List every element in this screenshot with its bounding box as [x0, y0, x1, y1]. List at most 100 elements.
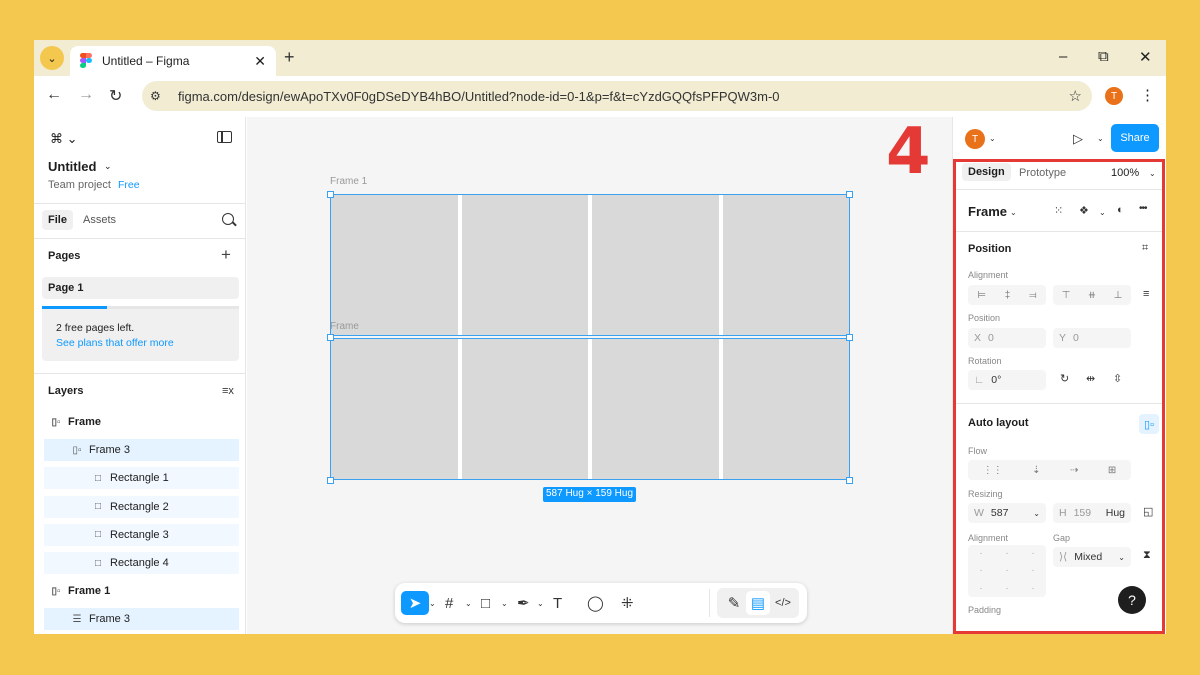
chevron-down-icon[interactable]: ⌄ [465, 591, 472, 615]
rectangle[interactable] [331, 195, 458, 335]
browser-tab[interactable]: Untitled – Figma ✕ [70, 46, 276, 76]
layer-item[interactable]: □ Rectangle 4 [44, 552, 239, 574]
user-avatar[interactable]: T [965, 129, 985, 149]
close-window-button[interactable]: ✕ [1139, 48, 1152, 66]
align-left-icon[interactable]: ⊨ [977, 290, 986, 301]
distribute-icon[interactable]: ≡ [1143, 288, 1149, 300]
rectangle[interactable] [331, 339, 458, 479]
chevron-down-icon[interactable]: ⌄ [104, 161, 112, 172]
chevron-down-icon[interactable]: ⌄ [1149, 169, 1156, 178]
design-mode-icon[interactable]: ▤ [747, 591, 769, 615]
new-tab-button[interactable]: + [284, 47, 295, 68]
tab-assets[interactable]: Assets [83, 214, 116, 226]
grid-icon[interactable]: ⁙ [1054, 204, 1063, 217]
flow-horizontal-icon[interactable]: ⇢ [1070, 465, 1078, 476]
resize-handle[interactable] [327, 191, 334, 198]
rectangle[interactable] [722, 339, 849, 479]
shape-tool-button[interactable]: □ [481, 591, 490, 615]
toggle-sidebar-icon[interactable] [217, 131, 232, 143]
align-bottom-icon[interactable]: ⊥ [1114, 290, 1123, 301]
text-tool-button[interactable]: T [553, 591, 562, 615]
alignment-grid[interactable]: · · · · · · · · · [968, 545, 1046, 597]
browser-menu-icon[interactable]: ⋮ [1140, 86, 1155, 104]
dev-mode-icon[interactable]: </> [771, 591, 795, 615]
x-field[interactable]: X0 [968, 328, 1046, 348]
profile-avatar[interactable]: T [1105, 87, 1123, 105]
page-item[interactable]: Page 1 [42, 277, 239, 299]
draw-tool-icon[interactable]: ✎ [723, 591, 745, 615]
align-right-icon[interactable]: ⫤ [1029, 290, 1037, 301]
rotate-icon[interactable]: ↻ [1060, 372, 1069, 385]
flow-wrap-icon[interactable]: ⊞ [1108, 465, 1116, 476]
layer-item[interactable]: ▯▫ Frame [44, 411, 239, 433]
chevron-down-icon[interactable]: ⌄ [1099, 208, 1106, 217]
rectangle[interactable] [461, 195, 588, 335]
maximize-button[interactable]: ⧉ [1098, 48, 1109, 65]
file-name[interactable]: Untitled [48, 159, 96, 174]
flip-vertical-icon[interactable]: ⇳ [1113, 372, 1122, 385]
chevron-down-icon[interactable]: ⌄ [501, 591, 508, 615]
pen-tool-button[interactable]: ✒ [517, 591, 530, 615]
resize-handle[interactable] [327, 334, 334, 341]
move-tool-button[interactable]: ➤ [401, 591, 429, 615]
site-settings-icon[interactable]: ⚙ [150, 89, 166, 103]
rectangle[interactable] [722, 195, 849, 335]
resize-handle[interactable] [846, 477, 853, 484]
rotation-field[interactable]: ∟ 0° [968, 370, 1046, 390]
flow-vertical-icon[interactable]: ⇣ [1032, 465, 1040, 476]
frame-label[interactable]: Frame [330, 321, 359, 332]
figma-menu-icon[interactable]: ⌘ ⌄ [50, 131, 78, 147]
chevron-down-icon[interactable]: ⌄ [1118, 553, 1125, 562]
chevron-down-icon[interactable]: ⌄ [1010, 208, 1017, 217]
mask-icon[interactable]: ◐ [1117, 204, 1124, 216]
frame-top[interactable] [330, 194, 850, 336]
address-bar[interactable]: ⚙ figma.com/design/ewApoTXv0F0gDSeDYB4hB… [142, 81, 1092, 111]
search-icon[interactable] [222, 213, 234, 225]
align-center-icon[interactable]: ‡ [1005, 290, 1011, 301]
y-field[interactable]: Y0 [1053, 328, 1131, 348]
gap-field[interactable]: ⟩⟨ Mixed ⌄ [1053, 547, 1131, 567]
forward-icon[interactable]: → [78, 86, 94, 104]
back-icon[interactable]: ← [46, 86, 62, 104]
chevron-down-icon[interactable]: ⌄ [429, 591, 436, 615]
auto-layout-icon[interactable]: ▯▫ [1139, 414, 1159, 434]
frame-tool-button[interactable]: # [445, 591, 453, 615]
tab-search-button[interactable]: ⌄ [40, 46, 64, 70]
minimize-button[interactable]: – [1059, 48, 1067, 65]
plan-badge[interactable]: Free [118, 179, 140, 191]
constraints-icon[interactable]: ⌗ [1142, 242, 1148, 255]
resize-handle[interactable] [846, 334, 853, 341]
height-field[interactable]: H 159 Hug [1053, 503, 1131, 523]
resize-handle[interactable] [327, 477, 334, 484]
canvas[interactable]: Frame 1 Frame 587 Hug × 159 Hug ➤ ⌄ # ⌄ … [247, 117, 952, 634]
frame-type-label[interactable]: Frame [968, 204, 1007, 219]
chevron-down-icon[interactable]: ⌄ [989, 134, 996, 143]
layer-item[interactable]: □ Rectangle 3 [44, 523, 239, 546]
chevron-down-icon[interactable]: ⌄ [537, 591, 544, 615]
tab-file[interactable]: File [42, 210, 73, 230]
share-button[interactable]: Share [1111, 124, 1159, 152]
layer-item[interactable]: □ Rectangle 2 [44, 495, 239, 518]
more-icon[interactable]: ••• [1139, 203, 1147, 214]
see-plans-link[interactable]: See plans that offer more [56, 336, 225, 351]
resize-handle[interactable] [846, 191, 853, 198]
reload-icon[interactable]: ↻ [109, 86, 122, 106]
tab-prototype[interactable]: Prototype [1019, 167, 1066, 179]
bookmark-star-icon[interactable]: ☆ [1069, 87, 1082, 105]
width-field[interactable]: W 587 ⌄ [968, 503, 1046, 523]
present-icon[interactable]: ▷ [1073, 131, 1083, 147]
frame-bottom[interactable] [330, 338, 850, 480]
layer-item[interactable]: ☰ Frame 3 [44, 608, 239, 631]
flip-horizontal-icon[interactable]: ⇹ [1086, 372, 1095, 385]
close-tab-icon[interactable]: ✕ [254, 53, 266, 70]
chevron-down-icon[interactable]: ⌄ [1097, 134, 1104, 143]
collapse-layers-icon[interactable]: ≡x [222, 385, 234, 397]
layer-item[interactable]: ▯▫ Frame 3 [44, 439, 239, 462]
flow-free-icon[interactable]: ⋮⋮ [983, 465, 1003, 476]
tab-design[interactable]: Design [962, 163, 1011, 181]
align-middle-icon[interactable]: ⧺ [1088, 290, 1096, 301]
frame-1-label[interactable]: Frame 1 [330, 176, 367, 187]
layer-item[interactable]: ▯▫ Frame 1 [44, 580, 239, 602]
actions-tool-button[interactable]: ⁜ [621, 591, 634, 615]
resize-to-fit-icon[interactable]: ◱ [1143, 505, 1153, 518]
